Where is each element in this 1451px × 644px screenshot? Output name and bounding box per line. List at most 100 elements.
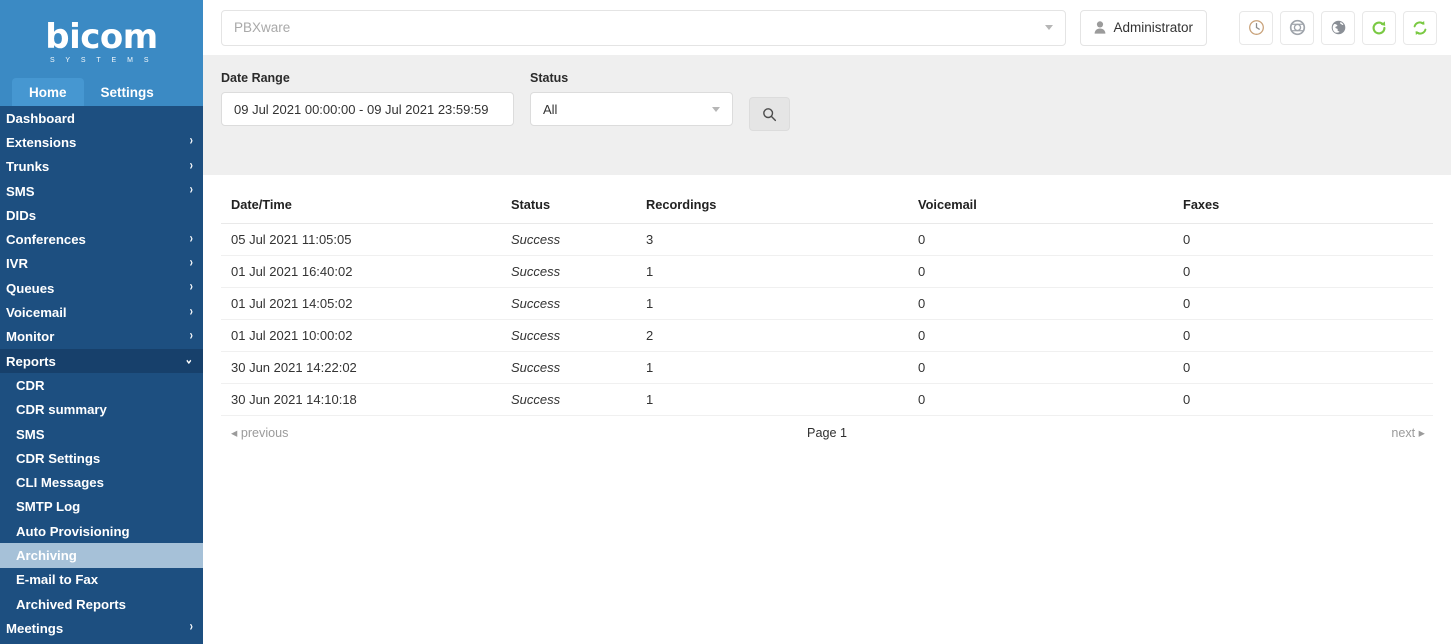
globe-icon xyxy=(1331,20,1345,35)
sidebar-subitem-label: Auto Provisioning xyxy=(16,523,130,539)
next-page-link[interactable]: next ▸ xyxy=(1391,425,1425,440)
column-header-voicemail[interactable]: Voicemail xyxy=(908,197,1173,224)
column-header-recordings[interactable]: Recordings xyxy=(636,197,908,224)
top-bar: PBXware Administrator xyxy=(203,0,1451,55)
sidebar-item-reports[interactable]: Reports ⌄ xyxy=(0,348,203,374)
table-head: Date/Time Status Recordings Voicemail Fa… xyxy=(221,197,1433,224)
column-header-datetime[interactable]: Date/Time xyxy=(221,197,501,224)
sidebar-item-voicemail[interactable]: Voicemail › xyxy=(0,300,203,324)
sidebar-subitem-label: CDR xyxy=(16,377,45,393)
chevron-right-icon: › xyxy=(189,255,193,271)
sidebar-item-label: Dashboard xyxy=(6,110,75,126)
date-range-group: Date Range 09 Jul 2021 00:00:00 - 09 Jul… xyxy=(221,71,514,126)
sidebar: bicom S Y S T E M S Home Settings Dashbo… xyxy=(0,0,203,644)
sidebar-item-label: Reports xyxy=(6,353,56,369)
sidebar-subitem-label: SMTP Log xyxy=(16,499,81,515)
cell-datetime: 05 Jul 2021 11:05:05 xyxy=(221,223,501,256)
status-select[interactable]: All xyxy=(530,92,733,126)
sidebar-subitem-label: E-mail to Fax xyxy=(16,572,99,588)
pbx-selector[interactable]: PBXware xyxy=(221,9,1067,46)
cell-voicemail: 0 xyxy=(908,287,1173,320)
sidebar-subitem-auto-provisioning[interactable]: Auto Provisioning xyxy=(0,519,203,543)
sidebar-item-label: Trunks xyxy=(6,159,50,175)
lifebuoy-icon xyxy=(1289,19,1305,36)
chevron-right-icon: › xyxy=(189,231,193,247)
sidebar-item-ivr[interactable]: IVR › xyxy=(0,252,203,276)
sidebar-item-dashboard[interactable]: Dashboard xyxy=(0,106,203,130)
sidebar-item-trunks[interactable]: Trunks › xyxy=(0,155,203,179)
sidebar-item-monitor[interactable]: Monitor › xyxy=(0,325,203,349)
brand-logo: bicom S Y S T E M S xyxy=(0,0,203,78)
sidebar-item-label: Extensions xyxy=(6,134,77,150)
table-body: 05 Jul 2021 11:05:05 Success 3 0 0 01 Ju… xyxy=(221,223,1433,416)
cell-voicemail: 0 xyxy=(908,351,1173,384)
sidebar-item-label: Conferences xyxy=(6,232,86,248)
sidebar-subitem-email-to-fax[interactable]: E-mail to Fax xyxy=(0,568,203,592)
sidebar-item-label: DIDs xyxy=(6,207,37,223)
tab-settings[interactable]: Settings xyxy=(84,78,171,106)
sidebar-item-label: Monitor xyxy=(6,329,55,345)
language-button[interactable] xyxy=(1321,10,1355,45)
column-header-status[interactable]: Status xyxy=(501,197,636,224)
cell-recordings: 2 xyxy=(636,319,908,352)
sidebar-subitem-sms[interactable]: SMS xyxy=(0,422,203,446)
sidebar-item-extensions[interactable]: Extensions › xyxy=(0,130,203,154)
sync-button[interactable] xyxy=(1403,10,1437,45)
table-row[interactable]: 30 Jun 2021 14:22:02 Success 1 0 0 xyxy=(221,351,1433,384)
sidebar-nav: Dashboard Extensions › Trunks › SMS › DI… xyxy=(0,106,203,641)
cell-voicemail: 0 xyxy=(908,223,1173,256)
previous-page-link[interactable]: ◂ previous xyxy=(221,425,288,440)
administrator-button[interactable]: Administrator xyxy=(1080,9,1207,46)
table-row[interactable]: 01 Jul 2021 10:00:02 Success 2 0 0 xyxy=(221,319,1433,352)
support-button[interactable] xyxy=(1280,10,1314,45)
clock-icon xyxy=(1248,20,1264,35)
cell-datetime: 30 Jun 2021 14:10:18 xyxy=(221,383,501,416)
cell-status: Success xyxy=(501,287,636,320)
cell-status: Success xyxy=(501,351,636,384)
cell-voicemail: 0 xyxy=(908,383,1173,416)
page-indicator: Page 1 xyxy=(807,425,847,440)
sidebar-subitem-cli-messages[interactable]: CLI Messages xyxy=(0,470,203,494)
table-header-row: Date/Time Status Recordings Voicemail Fa… xyxy=(221,197,1433,224)
search-button[interactable] xyxy=(749,97,790,131)
cell-recordings: 1 xyxy=(636,383,908,416)
date-range-input[interactable]: 09 Jul 2021 00:00:00 - 09 Jul 2021 23:59… xyxy=(221,92,514,126)
sidebar-subitem-cdr-settings[interactable]: CDR Settings xyxy=(0,446,203,470)
sidebar-item-meetings[interactable]: Meetings › xyxy=(0,616,203,640)
pbx-selector-value: PBXware xyxy=(234,20,291,35)
sidebar-item-dids[interactable]: DIDs xyxy=(0,203,203,227)
cell-datetime: 30 Jun 2021 14:22:02 xyxy=(221,351,501,384)
sidebar-subitem-cdr-summary[interactable]: CDR summary xyxy=(0,398,203,422)
reload-button[interactable] xyxy=(1362,10,1396,45)
tab-home[interactable]: Home xyxy=(12,78,84,106)
cell-recordings: 1 xyxy=(636,287,908,320)
cell-recordings: 1 xyxy=(636,255,908,288)
cell-status: Success xyxy=(501,255,636,288)
sidebar-item-queues[interactable]: Queues › xyxy=(0,276,203,300)
cell-faxes: 0 xyxy=(1173,319,1433,352)
chevron-right-icon: › xyxy=(189,328,193,344)
main-area: PBXware Administrator Date Range 09 Jul … xyxy=(203,0,1451,644)
sidebar-subitem-label: CDR summary xyxy=(16,402,107,418)
content-area: Date/Time Status Recordings Voicemail Fa… xyxy=(203,175,1451,644)
table-row[interactable]: 30 Jun 2021 14:10:18 Success 1 0 0 xyxy=(221,383,1433,416)
filter-bar: Date Range 09 Jul 2021 00:00:00 - 09 Jul… xyxy=(203,55,1451,175)
sidebar-subitem-archived-reports[interactable]: Archived Reports xyxy=(0,592,203,616)
table-row[interactable]: 01 Jul 2021 14:05:02 Success 1 0 0 xyxy=(221,287,1433,320)
top-bar-icon-group xyxy=(1239,10,1437,45)
sidebar-item-conferences[interactable]: Conferences › xyxy=(0,227,203,251)
sidebar-item-sms[interactable]: SMS › xyxy=(0,179,203,203)
date-range-value: 09 Jul 2021 00:00:00 - 09 Jul 2021 23:59… xyxy=(234,101,489,117)
sidebar-subitem-cdr[interactable]: CDR xyxy=(0,373,203,397)
app-root: bicom S Y S T E M S Home Settings Dashbo… xyxy=(0,0,1451,644)
sidebar-subitem-smtp-log[interactable]: SMTP Log xyxy=(0,495,203,519)
clock-button[interactable] xyxy=(1239,10,1273,45)
brand-name: bicom xyxy=(45,17,158,57)
sidebar-subitem-archiving[interactable]: Archiving xyxy=(0,543,203,568)
cell-recordings: 1 xyxy=(636,351,908,384)
sync-icon xyxy=(1413,20,1427,35)
table-row[interactable]: 01 Jul 2021 16:40:02 Success 1 0 0 xyxy=(221,255,1433,288)
sidebar-subitem-label: SMS xyxy=(16,426,45,442)
table-row[interactable]: 05 Jul 2021 11:05:05 Success 3 0 0 xyxy=(221,223,1433,256)
column-header-faxes[interactable]: Faxes xyxy=(1173,197,1433,224)
